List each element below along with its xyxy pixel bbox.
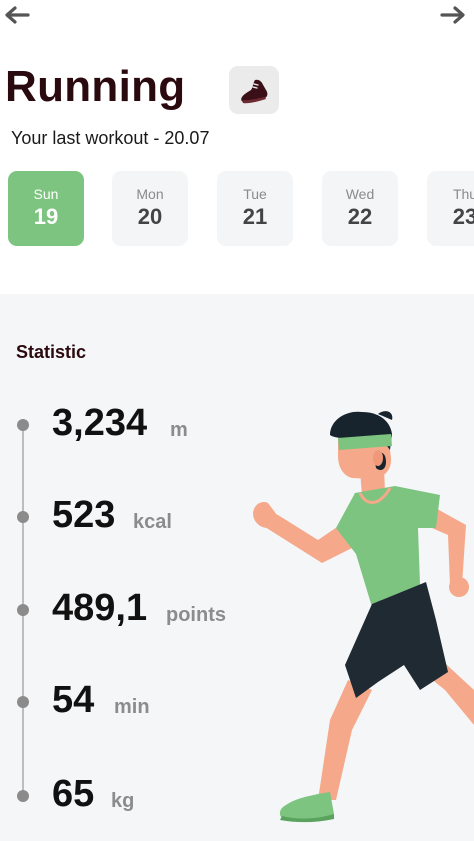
stat-value: 489,1 <box>52 587 148 629</box>
day-name: Tue <box>243 186 267 202</box>
stat-value: 523 <box>52 494 116 536</box>
stat-unit: kcal <box>133 511 172 533</box>
stat-unit: min <box>114 696 150 718</box>
day-wed[interactable]: Wed 22 <box>322 171 398 246</box>
stat-unit: m <box>170 419 188 441</box>
day-name: Wed <box>345 186 375 202</box>
running-shoe-icon <box>241 79 268 104</box>
day-name: Mon <box>136 186 164 202</box>
stat-value: 54 <box>52 679 95 721</box>
day-number: 19 <box>33 204 59 229</box>
day-selector: Sun 19 Mon 20 Tue 21 Wed 22 Thu 23 <box>0 171 474 247</box>
day-tue[interactable]: Tue 21 <box>217 171 293 246</box>
day-number: 22 <box>347 204 373 229</box>
day-number: 20 <box>137 204 163 229</box>
timeline-dot <box>17 696 29 708</box>
day-number: 23 <box>452 204 474 229</box>
forward-arrow-icon[interactable] <box>440 5 466 25</box>
timeline-dot <box>17 604 29 616</box>
page-title: Running <box>5 62 186 111</box>
day-number: 21 <box>242 204 268 229</box>
day-sun[interactable]: Sun 19 <box>8 171 84 246</box>
statistic-title: Statistic <box>16 342 87 362</box>
day-thu[interactable]: Thu 23 <box>427 171 474 246</box>
timeline-dot <box>17 419 29 431</box>
stat-value: 65 <box>52 773 95 815</box>
statistic-panel: Statistic 3,234 m 523 kcal 489,1 points … <box>0 294 474 841</box>
runner-illustration <box>253 411 474 823</box>
day-mon[interactable]: Mon 20 <box>112 171 188 246</box>
day-name: Sun <box>33 186 59 202</box>
stat-unit: points <box>166 604 226 626</box>
timeline-dot <box>17 790 29 802</box>
running-shoe-button[interactable] <box>229 66 279 114</box>
stat-unit: kg <box>111 790 135 812</box>
timeline-dot <box>17 511 29 523</box>
stat-value: 3,234 <box>52 402 148 444</box>
last-workout-subtitle: Your last workout - 20.07 <box>11 128 210 148</box>
back-arrow-icon[interactable] <box>4 5 30 25</box>
day-name: Thu <box>452 186 474 202</box>
